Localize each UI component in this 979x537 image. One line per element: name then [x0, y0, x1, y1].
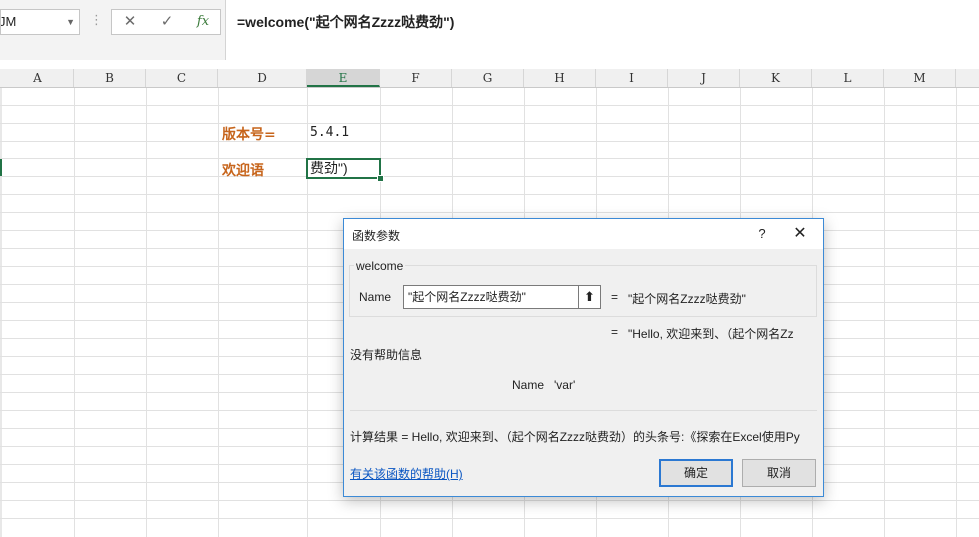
dialog-title: 函数参数 — [352, 229, 401, 243]
column-header-l[interactable]: L — [812, 69, 884, 87]
column-headers: A B C D E F G H I J K L M — [0, 69, 979, 88]
column-header-c[interactable]: C — [146, 69, 218, 87]
column-header-b[interactable]: B — [74, 69, 146, 87]
column-header-h[interactable]: H — [524, 69, 596, 87]
cell-d-greeting-label[interactable]: 欢迎语 — [222, 160, 264, 180]
column-header-e[interactable]: E — [307, 69, 380, 87]
calculation-result: 计算结果 = Hello, 欢迎来到、（起个网名Zzzz哒费劲）的头条号:《探索… — [350, 430, 800, 444]
function-result-preview: "Hello, 欢迎来到、（起个网名Zz — [628, 327, 794, 341]
insert-function-icon[interactable]: fx — [190, 12, 216, 32]
dialog-titlebar[interactable]: 函数参数 ? ✕ — [344, 219, 823, 249]
argument-label: Name — [359, 290, 392, 304]
check-icon[interactable]: ✓ — [154, 12, 180, 32]
formula-bar-area: JM ▼ ⋮ ✕ ✓ fx =welcome("起个网名Zzzz哒费劲") — [0, 0, 979, 60]
argument-input[interactable]: "起个网名Zzzz哒费劲" — [403, 285, 579, 309]
column-header-f[interactable]: F — [380, 69, 452, 87]
column-header-a[interactable]: A — [2, 69, 74, 87]
name-box[interactable]: JM ▼ — [0, 9, 80, 35]
cancel-icon[interactable]: ✕ — [117, 12, 143, 32]
argument-equals: = — [611, 290, 619, 304]
function-equals: = — [611, 325, 619, 339]
selected-row-indicator — [0, 158, 2, 176]
no-help-text: 没有帮助信息 — [350, 348, 423, 362]
collapse-dialog-icon[interactable]: ⬆ — [579, 285, 601, 309]
drag-handle-icon[interactable]: ⋮ — [90, 12, 103, 28]
parameter-description: Name 'var' — [512, 378, 576, 392]
column-header-k[interactable]: K — [740, 69, 812, 87]
column-header-g[interactable]: G — [452, 69, 524, 87]
function-help-link[interactable]: 有关该函数的帮助(H) — [350, 465, 463, 482]
fill-handle[interactable] — [377, 175, 384, 182]
function-name: welcome — [354, 259, 406, 273]
row-header-strip — [0, 88, 2, 537]
close-icon[interactable]: ✕ — [789, 224, 811, 244]
cancel-button[interactable]: 取消 — [742, 459, 816, 487]
cell-d-version-label[interactable]: 版本号= — [222, 124, 276, 144]
formula-buttons: ✕ ✓ fx — [111, 9, 221, 35]
name-box-value: JM — [0, 14, 17, 29]
function-arguments-dialog: 函数参数 ? ✕ welcome Name "起个网名Zzzz哒费劲" ⬆ = … — [343, 218, 824, 497]
help-icon[interactable]: ? — [752, 224, 772, 244]
column-header-i[interactable]: I — [596, 69, 668, 87]
column-header-d[interactable]: D — [218, 69, 307, 87]
formula-input[interactable]: =welcome("起个网名Zzzz哒费劲") — [225, 0, 979, 60]
divider — [350, 410, 817, 411]
column-header-j[interactable]: J — [668, 69, 740, 87]
column-header-m[interactable]: M — [884, 69, 956, 87]
chevron-down-icon[interactable]: ▼ — [66, 10, 75, 34]
argument-result: "起个网名Zzzz哒费劲" — [628, 292, 746, 306]
cell-e-version-value[interactable]: 5.4.1 — [310, 125, 349, 140]
active-cell-e-greeting[interactable]: 费劲") — [306, 158, 381, 179]
ok-button[interactable]: 确定 — [659, 459, 733, 487]
